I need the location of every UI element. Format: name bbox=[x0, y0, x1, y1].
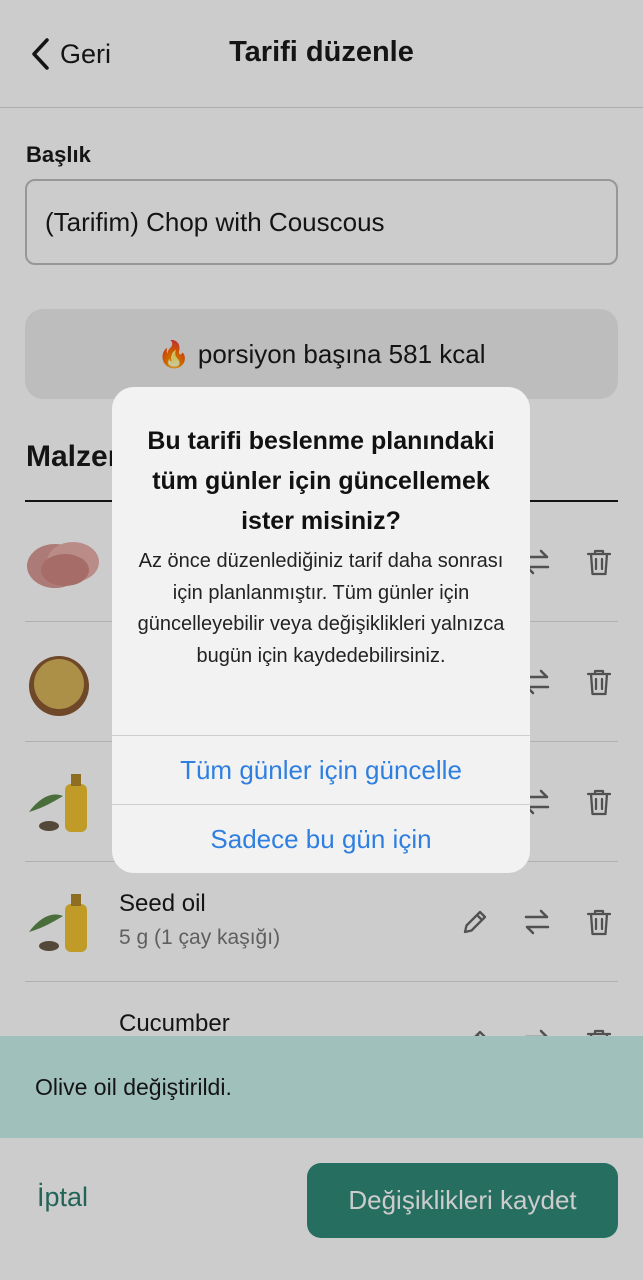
only-today-button[interactable]: Sadece bu gün için bbox=[112, 804, 530, 873]
update-all-days-button[interactable]: Tüm günler için güncelle bbox=[112, 735, 530, 804]
update-all-days-alert: Bu tarifi beslenme planındaki tüm günler… bbox=[112, 387, 530, 873]
alert-message: Az önce düzenlediğiniz tarif daha sonras… bbox=[137, 550, 505, 667]
alert-title: Bu tarifi beslenme planındaki tüm günler… bbox=[147, 427, 495, 535]
